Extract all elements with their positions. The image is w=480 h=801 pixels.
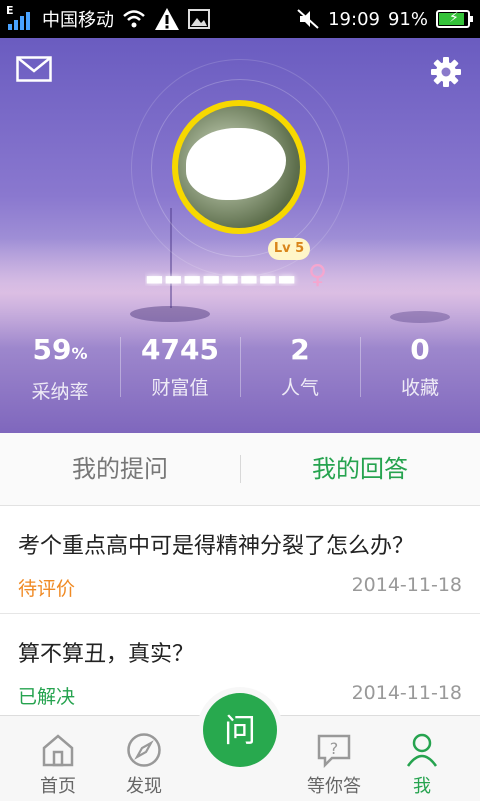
battery-percent: 91% [387, 8, 428, 30]
wifi-icon [123, 10, 145, 28]
avatar[interactable] [172, 100, 306, 234]
gear-icon[interactable] [430, 56, 462, 88]
signal-icon: E [6, 4, 34, 32]
battery-icon: ⚡ [436, 10, 473, 28]
status-label: 待评价 [18, 578, 76, 600]
nav-discover[interactable]: 发现 [96, 716, 192, 801]
carrier-label: 中国移动 [42, 10, 114, 31]
tab-divider [240, 455, 241, 483]
answer-list: 考个重点高中可是得精神分裂了怎么办？ 待评价 2014-11-18 算不算丑，真… [0, 506, 480, 722]
stat-wealth[interactable]: 4745 财富值 [120, 333, 240, 404]
user-icon [406, 733, 438, 767]
status-bar: E 中国移动 19:09 91% ⚡ [0, 0, 480, 38]
tab-my-questions[interactable]: 我的提问 [0, 433, 240, 505]
username: ▬▬▬▬▬▬▬▬ [145, 266, 297, 286]
list-item[interactable]: 考个重点高中可是得精神分裂了怎么办？ 待评价 2014-11-18 [0, 506, 480, 614]
nav-me[interactable]: 我 [374, 716, 470, 801]
mute-icon [297, 9, 319, 29]
chat-question-icon: ? [317, 734, 351, 768]
svg-text:?: ? [330, 739, 339, 758]
image-icon [188, 9, 210, 29]
profile-header: Lv 5 ▬▬▬▬▬▬▬▬ ♀ 59% 采纳率 4745 财富值 2 人气 0 … [0, 38, 480, 433]
question-title: 算不算丑，真实？ [18, 642, 195, 667]
stat-favorites[interactable]: 0 收藏 [360, 333, 480, 404]
gender-female-icon: ♀ [308, 260, 328, 290]
status-label: 已解决 [18, 686, 76, 708]
nav-waiting[interactable]: ? 等你答 [286, 716, 382, 801]
level-badge: Lv 5 [268, 238, 310, 260]
home-icon [42, 734, 74, 767]
clock: 19:09 [328, 8, 380, 30]
compass-icon [127, 733, 161, 767]
question-answer-tabs: 我的提问 我的回答 [0, 433, 480, 506]
warning-icon [155, 8, 179, 30]
stat-popularity[interactable]: 2 人气 [240, 333, 360, 404]
mail-icon[interactable] [16, 56, 52, 82]
profile-stats: 59% 采纳率 4745 财富值 2 人气 0 收藏 [0, 333, 480, 404]
date-label: 2014-11-18 [351, 574, 462, 596]
date-label: 2014-11-18 [351, 682, 462, 704]
stat-adoption-rate[interactable]: 59% 采纳率 [0, 333, 120, 404]
ask-question-button[interactable]: 问 [203, 693, 277, 767]
question-title: 考个重点高中可是得精神分裂了怎么办？ [18, 534, 415, 559]
nav-home[interactable]: 首页 [10, 716, 106, 801]
tab-my-answers[interactable]: 我的回答 [240, 433, 480, 505]
